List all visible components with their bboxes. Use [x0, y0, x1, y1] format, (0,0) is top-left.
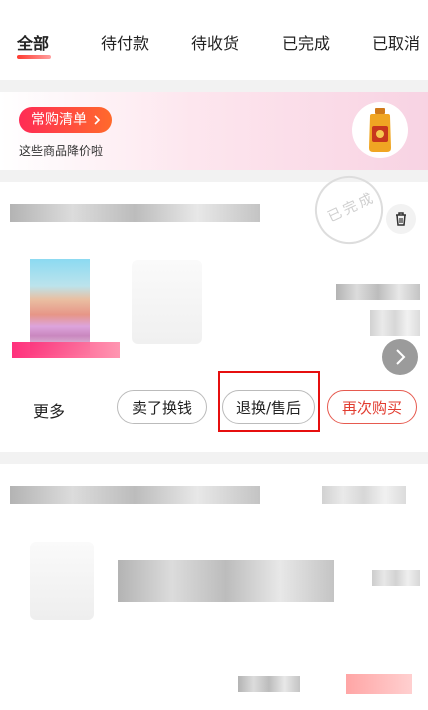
tab-cancelled[interactable]: 已取消: [372, 30, 420, 54]
action-redacted: [346, 674, 412, 694]
scroll-products-button[interactable]: [382, 339, 418, 375]
product-image-2[interactable]: [132, 260, 202, 344]
product-info-redacted: [336, 284, 420, 300]
product-title-redacted: [118, 560, 334, 602]
product-price-redacted: [370, 310, 420, 336]
product-tag-redacted: [12, 342, 120, 358]
store-name-redacted: [10, 486, 260, 504]
tab-all[interactable]: 全部: [17, 30, 49, 54]
chevron-right-icon: [91, 112, 102, 128]
product-thumbnail[interactable]: [352, 102, 408, 158]
tab-completed[interactable]: 已完成: [282, 30, 330, 54]
banner-subtitle: 这些商品降价啦: [19, 144, 104, 158]
sell-button[interactable]: 卖了换钱: [117, 390, 207, 424]
order-tabs: 全部 待付款 待收货 已完成 已取消: [0, 0, 428, 80]
oil-bottle-icon: [369, 108, 391, 152]
trash-icon: [396, 212, 406, 226]
frequent-list-pill[interactable]: 常购清单: [19, 107, 113, 133]
delete-order-button[interactable]: [386, 204, 416, 234]
product-image-1[interactable]: [30, 259, 90, 355]
frequent-list-label: 常购清单: [31, 112, 87, 128]
more-actions-link[interactable]: 更多: [33, 398, 65, 422]
rebuy-button[interactable]: 再次购买: [327, 390, 417, 424]
store-name-redacted: [10, 204, 260, 222]
order-status-redacted: [322, 486, 406, 504]
action-redacted: [238, 676, 300, 692]
product-price-redacted: [372, 570, 420, 586]
active-tab-indicator: [17, 55, 51, 59]
order-card: [0, 464, 428, 710]
frequent-list-banner[interactable]: 常购清单 这些商品降价啦: [0, 92, 428, 170]
product-image-3[interactable]: [30, 542, 94, 620]
tab-pending-receipt[interactable]: 待收货: [191, 30, 239, 54]
tab-pending-payment[interactable]: 待付款: [101, 30, 149, 54]
highlight-box: [218, 371, 320, 432]
arrow-right-icon: [396, 349, 406, 365]
